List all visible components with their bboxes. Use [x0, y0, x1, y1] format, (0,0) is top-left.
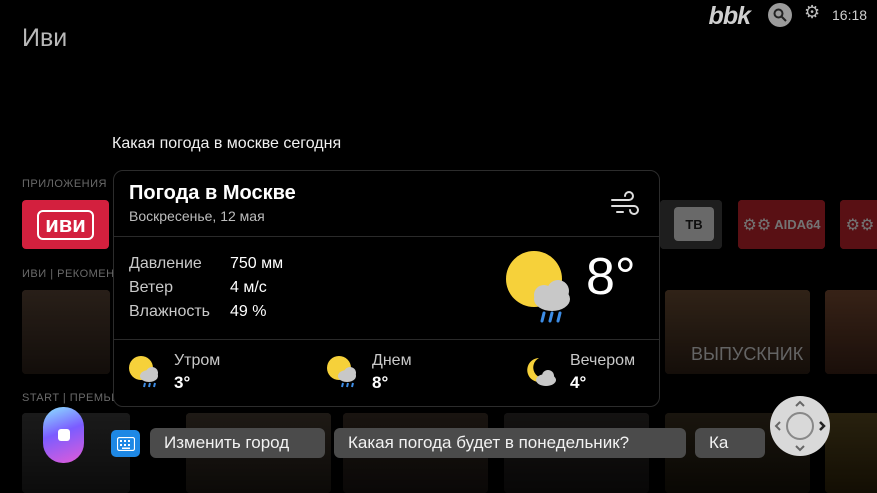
sun-cloud-rain-icon	[129, 356, 158, 388]
ivi-logo: иви	[37, 209, 94, 240]
pressure-value: 750 мм	[230, 255, 284, 272]
tv-logo: ТВ	[674, 207, 714, 241]
suggestion-partial[interactable]: Ка	[695, 428, 765, 458]
moon-cloud-icon	[527, 358, 556, 386]
forecast-morning-temp: 3°	[174, 373, 191, 392]
poster-title: ВЫПУСКНИК	[691, 344, 804, 364]
app-tile-partial[interactable]: ⚙⚙	[840, 200, 877, 249]
poster-tile[interactable]: ВЫПУСКНИК	[665, 290, 810, 374]
brand-logo: bbk	[708, 2, 751, 30]
app-tile-ivi[interactable]: иви	[22, 200, 109, 249]
section-ivi-label: ИВИ | РЕКОМЕНД	[22, 268, 123, 280]
wind-label: Ветер	[129, 279, 173, 296]
divider	[114, 339, 659, 340]
app-title: Иви	[22, 24, 68, 52]
forecast-day-label: Днем	[372, 352, 412, 369]
wind-icon	[611, 191, 639, 215]
wind-value: 4 м/с	[230, 279, 267, 296]
aida64-label: AIDA64	[774, 217, 821, 232]
forecast-day-temp: 8°	[372, 373, 389, 392]
sun-cloud-rain-icon	[506, 251, 570, 323]
search-button[interactable]	[768, 3, 792, 27]
suggestion-monday-weather[interactable]: Какая погода будет в понедельник?	[334, 428, 686, 458]
app-tile-aida64[interactable]: ⚙⚙ AIDA64	[738, 200, 825, 249]
assistant-stop-icon	[57, 429, 70, 441]
dpad-icon	[774, 400, 826, 452]
poster-tile[interactable]	[825, 290, 877, 374]
weather-title: Погода в Москве	[129, 182, 296, 204]
keyboard-icon	[116, 436, 135, 451]
section-apps-label: ПРИЛОЖЕНИЯ	[22, 178, 107, 190]
suggestion-change-city[interactable]: Изменить город	[150, 428, 325, 458]
poster-tile[interactable]	[22, 290, 110, 374]
humidity-label: Влажность	[129, 303, 211, 320]
assistant-button[interactable]	[43, 407, 84, 463]
forecast-evening-label: Вечером	[570, 352, 636, 369]
weather-date: Воскресенье, 12 мая	[129, 208, 265, 224]
section-start-label: START | ПРЕМЬЕР	[22, 392, 127, 404]
divider	[114, 236, 659, 237]
gears-icon: ⚙⚙	[742, 215, 772, 234]
humidity-value: 49 %	[230, 303, 267, 320]
sun-cloud-rain-icon	[327, 356, 356, 388]
app-tile-tv[interactable]: ТВ	[660, 200, 722, 249]
clock: 16:18	[832, 7, 868, 23]
voice-query-text: Какая погода в москве сегодня	[112, 135, 342, 152]
weather-card: Погода в Москве Воскресенье, 12 мая Давл…	[113, 170, 660, 407]
forecast-morning-label: Утром	[174, 352, 221, 369]
pressure-label: Давление	[129, 255, 202, 272]
current-temperature: 8°	[586, 248, 636, 306]
forecast-evening-temp: 4°	[570, 373, 587, 392]
search-icon	[773, 8, 787, 22]
settings-gear-icon[interactable]: ⚙	[804, 4, 822, 22]
dpad-control[interactable]	[770, 396, 830, 456]
poster-tile[interactable]	[825, 413, 877, 493]
gears-icon: ⚙⚙	[845, 215, 875, 234]
keyboard-button[interactable]	[111, 430, 140, 457]
